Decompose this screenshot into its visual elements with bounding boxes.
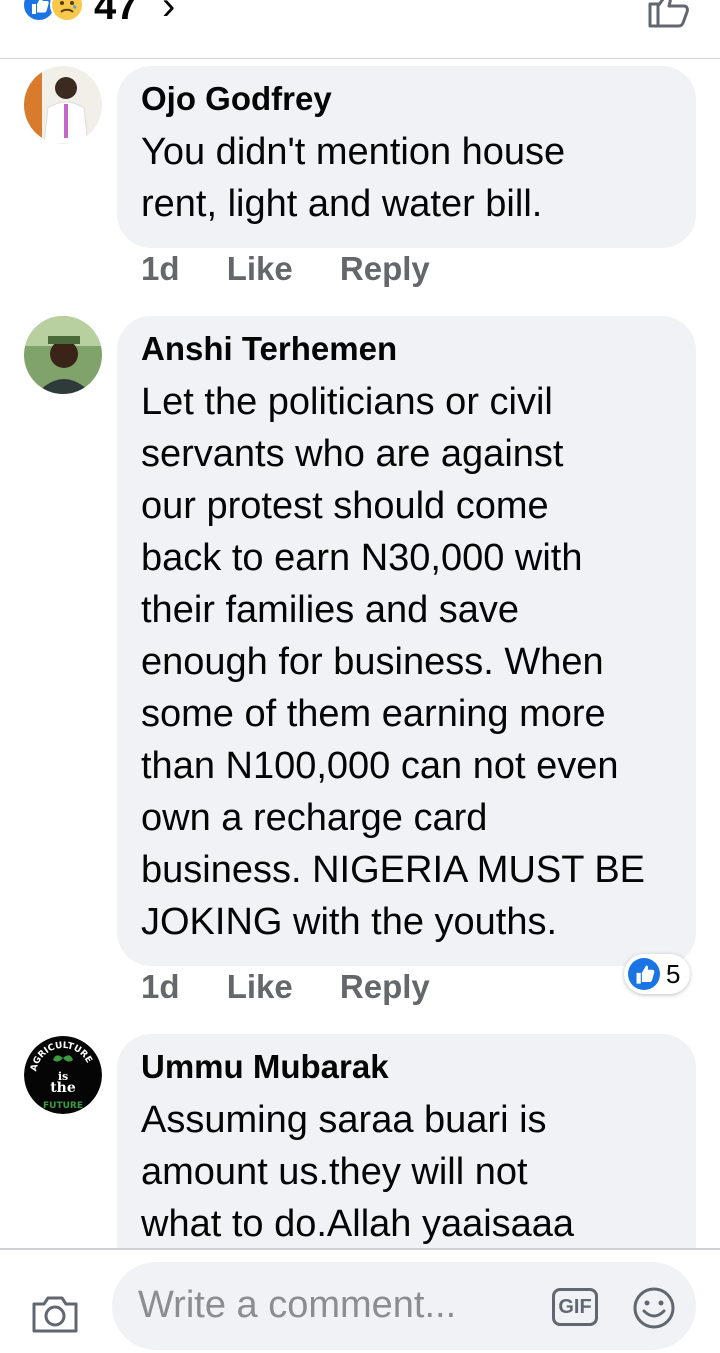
- comment-author[interactable]: Anshi Terhemen: [141, 330, 672, 368]
- gif-icon[interactable]: GIF: [552, 1288, 598, 1326]
- comment-author[interactable]: Ojo Godfrey: [141, 80, 672, 118]
- like-link[interactable]: Like: [227, 250, 293, 287]
- comment-text: You didn't mention house rent, light and…: [141, 131, 566, 225]
- like-outline-icon[interactable]: [644, 0, 692, 28]
- camera-icon[interactable]: [30, 1294, 80, 1334]
- chevron-right-icon[interactable]: ›: [162, 0, 175, 29]
- comment-actions: 1d Like Reply: [141, 968, 468, 1006]
- emoji-icon[interactable]: [632, 1286, 676, 1330]
- reactions-bar[interactable]: 47 ›: [0, 0, 720, 59]
- like-reaction-icon: [628, 958, 660, 990]
- comment-input[interactable]: Write a comment... GIF: [112, 1262, 696, 1350]
- comment-author[interactable]: Ummu Mubarak: [141, 1048, 672, 1086]
- reply-link[interactable]: Reply: [340, 968, 430, 1005]
- like-link[interactable]: Like: [227, 968, 293, 1005]
- reply-link[interactable]: Reply: [340, 250, 430, 287]
- avatar[interactable]: [24, 316, 102, 394]
- reaction-count: 5: [666, 958, 681, 989]
- comment-time[interactable]: 1d: [141, 968, 180, 1005]
- avatar[interactable]: [24, 66, 102, 144]
- logo-text-bottom: FUTURE: [43, 1101, 83, 1111]
- sad-reaction-icon: [50, 0, 84, 22]
- comment-composer: Write a comment... GIF: [0, 1248, 720, 1353]
- comment-bubble: Anshi Terhemen Let the politicians or ci…: [117, 316, 696, 966]
- comment-placeholder[interactable]: Write a comment...: [138, 1284, 456, 1327]
- avatar[interactable]: AGRICULTURE is the FUTURE: [24, 1036, 102, 1114]
- comment-bubble: Ojo Godfrey You didn't mention house ren…: [117, 66, 696, 248]
- comment-time[interactable]: 1d: [141, 250, 180, 287]
- reaction-count[interactable]: 47: [94, 0, 139, 29]
- comment-text: Let the politicians or civil servants wh…: [141, 381, 646, 943]
- comment-actions: 1d Like Reply: [141, 250, 468, 288]
- comment-text: Assuming saraa buari is amount us.they w…: [141, 1099, 575, 1245]
- logo-text-the: the: [50, 1080, 76, 1096]
- comment-reactions[interactable]: 5: [624, 954, 690, 994]
